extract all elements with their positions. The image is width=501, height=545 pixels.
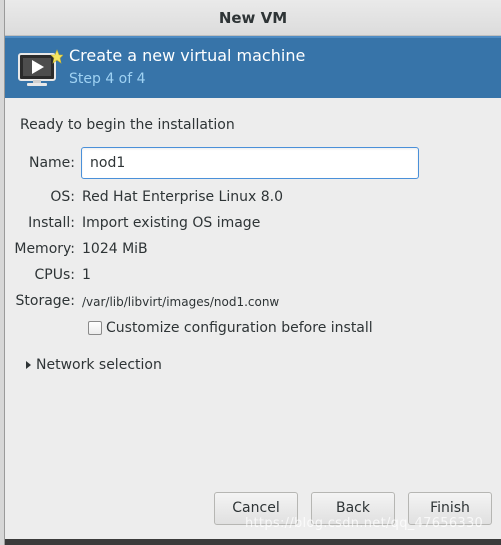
- bottom-edge: [5, 539, 501, 545]
- wizard-content: Ready to begin the installation Name: OS…: [5, 98, 501, 545]
- window-title: New VM: [218, 9, 288, 27]
- storage-label: Storage:: [15, 293, 76, 309]
- new-vm-dialog: New VM Create a new virtual machine Step…: [0, 0, 501, 545]
- watermark-text: https://blog.csdn.net/qq_47656330: [245, 516, 484, 531]
- wizard-title: Create a new virtual machine: [69, 46, 306, 65]
- customize-checkbox[interactable]: [88, 321, 102, 335]
- memory-value: 1024 MiB: [82, 241, 148, 257]
- expander-arrow-icon[interactable]: [26, 361, 31, 369]
- cpus-value: 1: [82, 267, 91, 283]
- install-label: Install:: [28, 215, 75, 231]
- monitor-new-icon: [18, 49, 63, 86]
- storage-value: /var/lib/libvirt/images/nod1.conw: [82, 295, 280, 309]
- ready-heading: Ready to begin the installation: [20, 117, 235, 133]
- customize-checkbox-label[interactable]: Customize configuration before install: [106, 320, 373, 336]
- wizard-header: Create a new virtual machine Step 4 of 4: [5, 36, 501, 98]
- wizard-step: Step 4 of 4: [69, 71, 146, 87]
- memory-label: Memory:: [14, 241, 75, 257]
- name-label: Name:: [28, 155, 75, 171]
- window-titlebar[interactable]: New VM: [5, 0, 501, 36]
- cpus-label: CPUs:: [34, 267, 75, 283]
- name-input[interactable]: [81, 147, 419, 179]
- os-value: Red Hat Enterprise Linux 8.0: [82, 189, 283, 205]
- os-label: OS:: [50, 189, 75, 205]
- network-selection-expander[interactable]: Network selection: [36, 357, 162, 373]
- install-value: Import existing OS image: [82, 215, 261, 231]
